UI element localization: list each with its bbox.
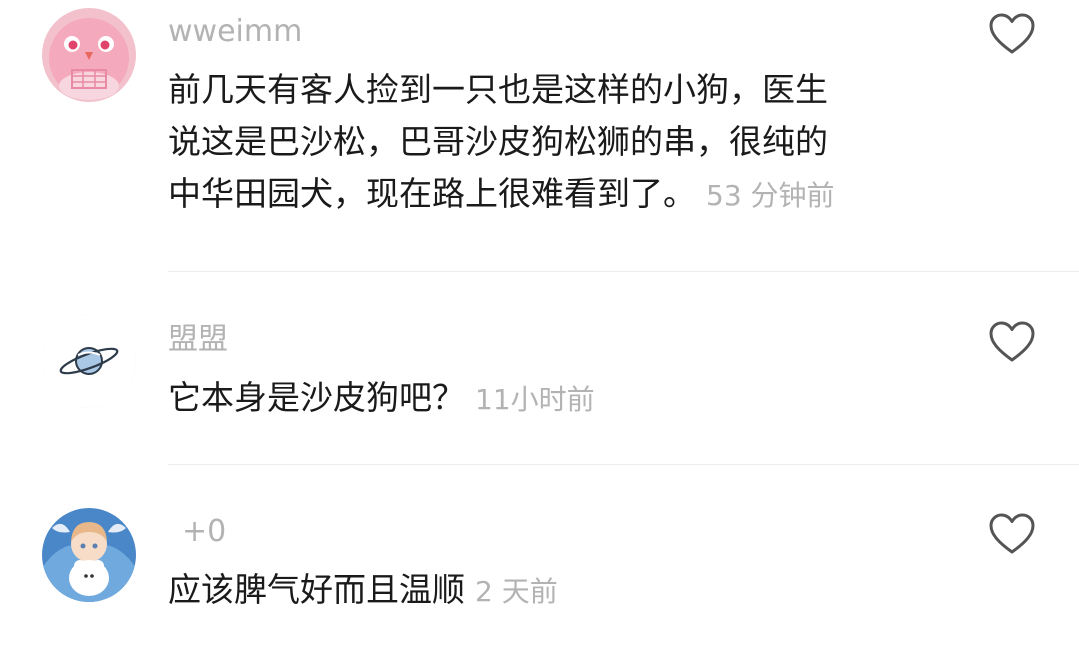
comment-text: 应该脾气好而且温顺 2 天前 — [168, 564, 928, 618]
comment-text-segment: 它本身是沙皮狗吧？ — [168, 378, 465, 417]
comment-text-segment: 中华田园犬，现在路上很难看到了。 — [168, 174, 696, 213]
comment-text: 它本身是沙皮狗吧？ 11小时前 — [168, 372, 928, 426]
comment-divider — [168, 464, 1079, 465]
comment-username[interactable]: wweimm — [168, 14, 302, 50]
comment-text: 前几天有客人捡到一只也是这样的小狗，医生 说这是巴沙松，巴哥沙皮狗松狮的串，很纯… — [168, 64, 928, 222]
planet-avatar-icon[interactable] — [42, 314, 136, 408]
comment-timestamp: 53 分钟前 — [706, 179, 835, 212]
comment-username[interactable]: 盟盟 — [168, 322, 228, 358]
comment-text-line: 应该脾气好而且温顺 2 天前 — [168, 564, 928, 618]
comment-timestamp: 11小时前 — [475, 383, 595, 416]
comment-divider — [168, 271, 1079, 272]
heart-icon — [989, 513, 1035, 554]
comment-text-line: 前几天有客人捡到一只也是这样的小狗，医生 — [168, 70, 828, 109]
heart-icon — [989, 13, 1035, 54]
anime-girl-avatar-icon[interactable] — [42, 508, 136, 602]
like-button[interactable] — [988, 12, 1036, 56]
comment-text-segment: 应该脾气好而且温顺 — [168, 570, 465, 609]
like-button[interactable] — [988, 512, 1036, 556]
like-button[interactable] — [988, 320, 1036, 364]
comment-text-line: 中华田园犬，现在路上很难看到了。 53 分钟前 — [168, 168, 928, 222]
comment-text-line: 说这是巴沙松，巴哥沙皮狗松狮的串，很纯的 — [168, 122, 828, 161]
comment-text-line: 它本身是沙皮狗吧？ 11小时前 — [168, 372, 928, 426]
comment-timestamp: 2 天前 — [475, 575, 558, 608]
comment-username[interactable]: +0 — [182, 514, 226, 550]
heart-icon — [989, 321, 1035, 362]
pink-bird-avatar-icon[interactable] — [42, 8, 136, 102]
